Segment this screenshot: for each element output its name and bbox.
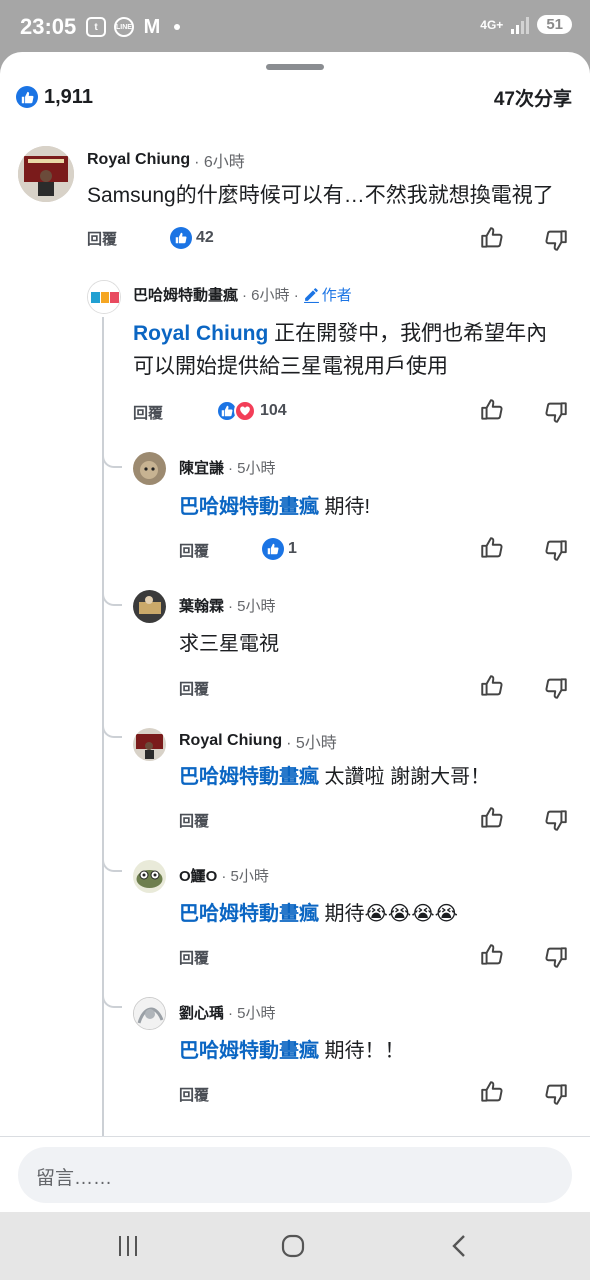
- recent-apps-icon[interactable]: [116, 1234, 140, 1258]
- commenter-name[interactable]: 劉心瑀: [179, 1002, 224, 1023]
- thumbs-up-icon[interactable]: [479, 942, 505, 968]
- comment-text: Royal Chiung 正在開發中，我們也希望年內可以開始提供給三星電視用戶使…: [133, 317, 547, 383]
- reaction-summary[interactable]: 104: [216, 400, 287, 422]
- reaction-count: 104: [260, 402, 287, 419]
- thread-branch: [102, 588, 122, 606]
- reply-button[interactable]: 回覆: [179, 947, 209, 968]
- reaction-summary[interactable]: 1: [262, 538, 297, 560]
- reply-button[interactable]: 回覆: [179, 1084, 209, 1105]
- thumbs-down-icon[interactable]: [543, 227, 569, 253]
- avatar[interactable]: [133, 452, 166, 485]
- comment-time: · 5小時: [228, 1005, 276, 1022]
- thumbs-up-icon[interactable]: [479, 535, 505, 561]
- network-indicator: 4G+: [480, 17, 504, 32]
- commenter-name[interactable]: Royal Chiung: [87, 151, 190, 169]
- comment-time: · 5小時: [286, 735, 337, 752]
- line-notification-icon: LINE: [114, 17, 134, 37]
- thumbs-down-icon[interactable]: [543, 399, 569, 425]
- avatar[interactable]: [133, 860, 166, 893]
- reaction-count: 42: [196, 229, 214, 246]
- author-badge: 作者: [303, 284, 352, 305]
- thumbs-up-icon[interactable]: [479, 225, 505, 251]
- thumbs-up-icon[interactable]: [479, 673, 505, 699]
- avatar[interactable]: [133, 590, 166, 623]
- mention-link[interactable]: 巴哈姆特動畫瘋: [179, 766, 319, 788]
- comment-text: 巴哈姆特動畫瘋 期待!: [179, 496, 371, 518]
- comment-text: 巴哈姆特動畫瘋 期待😭😭😭😭: [179, 903, 459, 925]
- comment-text: Samsung的什麼時候可以有…不然我就想換電視了: [87, 184, 554, 207]
- reply-button[interactable]: 回覆: [179, 678, 209, 699]
- system-navigation-bar: [0, 1212, 590, 1280]
- mention-link[interactable]: 巴哈姆特動畫瘋: [179, 903, 319, 925]
- avatar[interactable]: [133, 728, 166, 761]
- thread-branch: [102, 720, 122, 738]
- comment-time: · 6小時 ·: [242, 287, 299, 304]
- reply-button[interactable]: 回覆: [179, 810, 209, 831]
- status-time: 23:05: [20, 14, 77, 39]
- comment-text-line2: 可以開始提供給三星電視用戶使用: [133, 355, 448, 378]
- like-count: 1,911: [44, 85, 93, 108]
- reply-button[interactable]: 回覆: [179, 540, 209, 561]
- tumblr-notification-icon: t: [86, 17, 106, 37]
- post-summary: 1,911 47次分享: [16, 82, 572, 112]
- comment-text-line1: 正在開發中，我們也希望年內: [268, 322, 548, 345]
- thumbs-up-icon[interactable]: [479, 397, 505, 423]
- avatar[interactable]: [18, 146, 74, 202]
- love-reaction-icon: [234, 400, 256, 422]
- avatar[interactable]: [87, 280, 121, 314]
- mention-link[interactable]: 巴哈姆特動畫瘋: [179, 1040, 319, 1062]
- more-notifications-dot-icon: [174, 24, 180, 30]
- author-label: 作者: [321, 287, 352, 304]
- like-reaction-icon: [16, 86, 38, 108]
- reply-button[interactable]: 回覆: [133, 402, 163, 423]
- thumbs-up-icon[interactable]: [479, 1079, 505, 1105]
- thumbs-down-icon[interactable]: [543, 537, 569, 563]
- thumbs-down-icon[interactable]: [543, 807, 569, 833]
- signal-icon: [511, 16, 530, 34]
- thread-branch: [102, 854, 122, 872]
- comment-text: 巴哈姆特動畫瘋 太讚啦 謝謝大哥！: [179, 766, 491, 788]
- drag-handle[interactable]: [266, 64, 324, 70]
- comment-time: · 6小時: [194, 154, 245, 171]
- comment-text: 巴哈姆特動畫瘋 期待！！: [179, 1040, 405, 1062]
- pencil-icon: [303, 288, 319, 303]
- commenter-name[interactable]: Royal Chiung: [179, 732, 282, 750]
- comment-text: 求三星電視: [179, 633, 279, 655]
- comment-input[interactable]: 留言……: [18, 1147, 572, 1203]
- avatar[interactable]: [133, 997, 166, 1030]
- like-reaction-icon: [170, 227, 192, 249]
- home-icon[interactable]: [281, 1234, 305, 1258]
- comments-sheet: 1,911 47次分享 Royal Chiung · 6小時 Samsung的什…: [0, 52, 590, 1212]
- thread-branch: [102, 990, 122, 1008]
- thumbs-up-icon[interactable]: [479, 805, 505, 831]
- reply-button[interactable]: 回覆: [87, 228, 117, 249]
- share-count[interactable]: 47次分享: [494, 84, 572, 111]
- commenter-name[interactable]: 陳宜謙: [179, 457, 224, 478]
- notification-icons: t LINE M: [86, 15, 180, 38]
- reaction-summary[interactable]: 42: [170, 227, 214, 249]
- mention-link[interactable]: 巴哈姆特動畫瘋: [179, 496, 319, 518]
- mention-link[interactable]: Royal Chiung: [133, 322, 268, 345]
- comment-time: · 5小時: [228, 598, 276, 615]
- status-bar: 23:05 t LINE M 4G+ 51: [0, 0, 590, 54]
- thread-branch: [102, 450, 122, 468]
- thumbs-down-icon[interactable]: [543, 1081, 569, 1107]
- commenter-name[interactable]: 巴哈姆特動畫瘋: [133, 284, 238, 305]
- commenter-name[interactable]: 葉翰霖: [179, 595, 224, 616]
- commenter-name[interactable]: O鱷O: [179, 865, 217, 886]
- back-icon[interactable]: [448, 1234, 472, 1258]
- like-reaction-icon: [262, 538, 284, 560]
- battery-icon: 51: [537, 15, 572, 34]
- reaction-count: 1: [288, 540, 297, 557]
- gmail-notification-icon: M: [143, 15, 161, 38]
- thumbs-down-icon[interactable]: [543, 675, 569, 701]
- like-summary[interactable]: 1,911: [16, 86, 93, 109]
- comment-time: · 5小時: [221, 868, 269, 885]
- comment-time: · 5小時: [228, 460, 276, 477]
- thumbs-down-icon[interactable]: [543, 944, 569, 970]
- comment-composer: 留言……: [0, 1136, 590, 1212]
